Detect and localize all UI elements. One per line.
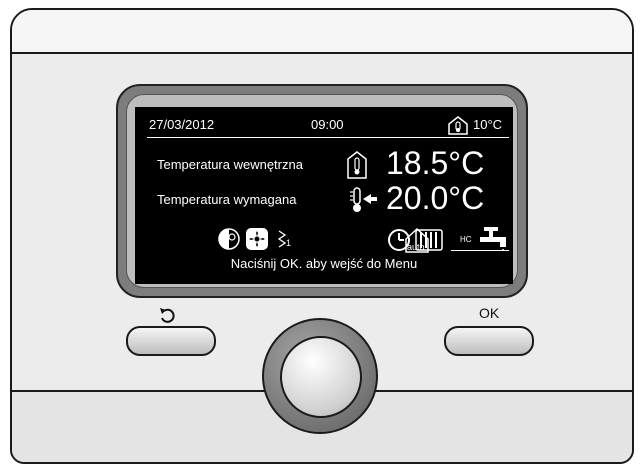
setpoint-value: 20.0°C	[386, 180, 485, 216]
clock-icon	[388, 229, 410, 251]
room-thermometer-icon	[347, 151, 367, 179]
fan-icon	[246, 228, 268, 250]
back-button[interactable]	[126, 326, 216, 356]
sun-moon-icon	[218, 228, 240, 250]
room-temp-label: Temperatura wewnętrzna	[157, 157, 303, 172]
setpoint-thermometer-icon	[350, 187, 377, 212]
ok-button[interactable]	[444, 326, 534, 356]
zone-icon: 1	[277, 230, 291, 248]
menu-hint: Naciśnij OK. aby wejść do Menu	[230, 256, 418, 271]
hc-label: HC	[460, 235, 472, 244]
outdoor-temp: 10°C	[473, 117, 503, 132]
time-display: 09:00	[311, 117, 344, 132]
date-display: 27/03/2012	[149, 117, 215, 132]
ok-label: OK	[479, 305, 500, 321]
outdoor-house-thermometer-icon	[448, 116, 468, 135]
room-temp-value: 18.5°C	[386, 145, 485, 181]
zone-number: 1	[286, 238, 291, 248]
back-arrow-icon	[160, 308, 175, 323]
top-strip	[12, 10, 632, 54]
header-divider	[147, 137, 509, 138]
hot-water-tap-icon	[480, 227, 506, 251]
selector-knob-center[interactable]	[280, 336, 362, 418]
setpoint-label: Temperatura wymagana	[157, 192, 297, 207]
hc-underline	[451, 250, 509, 251]
lcd-screen: 27/03/2012 09:00 10°C Temperatura wewnęt…	[135, 107, 513, 284]
radiator-icon	[415, 229, 443, 251]
selector-knob[interactable]	[262, 318, 378, 434]
